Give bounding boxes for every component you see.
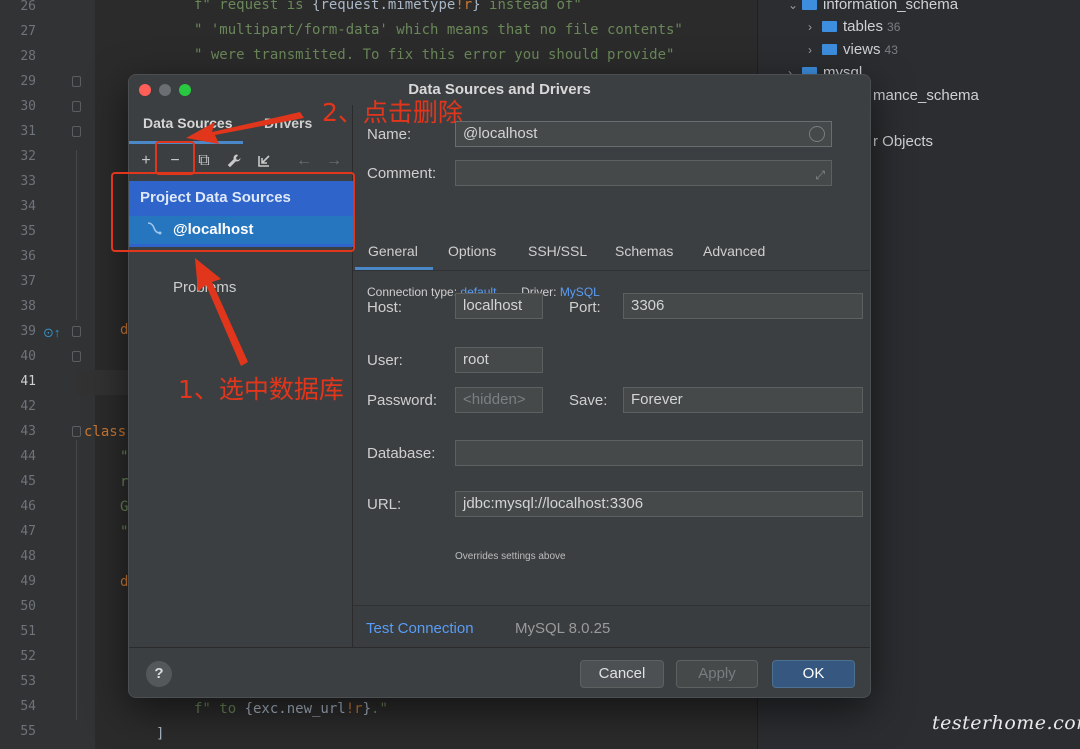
watermark: testerhome.com xyxy=(932,712,1080,734)
annotation-step1: 1、选中数据库 xyxy=(178,375,344,404)
annotation-arrows xyxy=(186,112,304,366)
annotation-arrow-step2 xyxy=(186,112,304,144)
annotation-step2: 2、点击删除 xyxy=(322,98,463,127)
annotation-arrow-step1 xyxy=(195,258,248,366)
